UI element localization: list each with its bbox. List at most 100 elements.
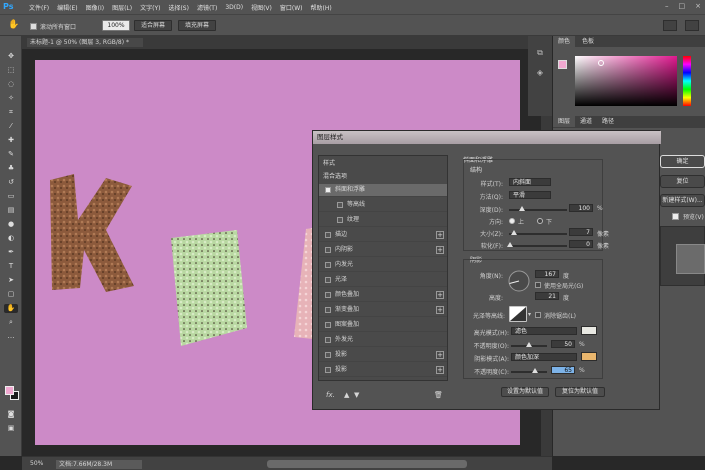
color-panel-foreground-swatch[interactable] — [558, 60, 567, 69]
menu-type[interactable]: 文字(Y) — [140, 3, 160, 12]
shadow-mode-select[interactable]: 颜色加深 — [511, 353, 577, 361]
style-item-checkbox[interactable] — [325, 232, 331, 238]
add-effect-icon[interactable]: + — [436, 246, 444, 254]
hand-tool-icon[interactable]: ✋ — [4, 304, 18, 313]
move-up-icon[interactable]: ▲ — [344, 391, 349, 399]
global-light-checkbox[interactable] — [535, 282, 541, 288]
styles-header[interactable]: 样式 — [323, 158, 335, 170]
reset-to-default-button[interactable]: 复位为默认值 — [555, 387, 605, 397]
hand-tool-icon[interactable]: ✋ — [8, 20, 19, 30]
altitude-input[interactable]: 21 — [535, 292, 559, 300]
reset-button[interactable]: 复位 — [660, 175, 705, 188]
marquee-tool-icon[interactable]: ⬚ — [4, 66, 18, 75]
style-item-checkbox[interactable] — [325, 322, 331, 328]
fx-icon[interactable]: fx. — [326, 391, 335, 399]
size-slider-thumb[interactable] — [511, 230, 517, 235]
style-item[interactable]: 斜面和浮雕 — [319, 184, 447, 197]
shadow-opacity-thumb[interactable] — [532, 368, 538, 373]
tab-color[interactable]: 颜色 — [553, 36, 576, 47]
hue-slider[interactable] — [683, 56, 691, 106]
color-picker-cursor[interactable] — [598, 60, 604, 66]
style-item[interactable]: 纹理 — [319, 214, 447, 227]
add-effect-icon[interactable]: + — [436, 351, 444, 359]
scroll-all-windows-checkbox[interactable] — [30, 23, 37, 30]
style-item-checkbox[interactable] — [325, 277, 331, 283]
preview-checkbox[interactable] — [672, 213, 679, 220]
more-tools-icon[interactable]: … — [4, 332, 18, 341]
search-icon[interactable] — [663, 20, 677, 31]
highlight-mode-select[interactable]: 滤色 — [511, 327, 577, 335]
canvas-horizontal-scrollbar[interactable] — [267, 460, 467, 468]
minimize-icon[interactable]: – — [665, 2, 669, 10]
menu-layer[interactable]: 图层(L) — [112, 3, 132, 12]
healing-brush-icon[interactable]: ✚ — [4, 136, 18, 145]
close-icon[interactable]: × — [695, 2, 701, 10]
highlight-opacity-thumb[interactable] — [526, 342, 532, 347]
style-item-checkbox[interactable] — [325, 352, 331, 358]
style-item-checkbox[interactable] — [325, 262, 331, 268]
style-item[interactable]: 等高线 — [319, 199, 447, 212]
technique-select[interactable]: 平滑 — [509, 191, 551, 199]
history-panel-icon[interactable]: ⧉ — [535, 48, 545, 58]
style-item-checkbox[interactable] — [325, 337, 331, 343]
style-item-checkbox[interactable] — [337, 202, 343, 208]
depth-slider-thumb[interactable] — [519, 206, 525, 211]
properties-panel-icon[interactable]: ◈ — [535, 68, 545, 78]
ok-button[interactable]: 确定 — [660, 155, 705, 168]
clone-stamp-icon[interactable]: ♣ — [4, 164, 18, 173]
style-item-checkbox[interactable] — [325, 187, 331, 193]
highlight-opacity-input[interactable]: 50 — [551, 340, 575, 348]
history-brush-icon[interactable]: ↺ — [4, 178, 18, 187]
blur-tool-icon[interactable]: ● — [4, 220, 18, 229]
menu-edit[interactable]: 编辑(E) — [57, 3, 77, 12]
style-item-checkbox[interactable] — [325, 307, 331, 313]
fill-screen-button[interactable]: 填充屏幕 — [178, 20, 216, 31]
style-item-checkbox[interactable] — [337, 217, 343, 223]
lasso-tool-icon[interactable]: ◌ — [4, 80, 18, 89]
add-effect-icon[interactable]: + — [436, 306, 444, 314]
soften-slider[interactable] — [507, 242, 567, 247]
gloss-contour-picker[interactable] — [509, 306, 527, 322]
direction-down-radio[interactable] — [537, 218, 543, 224]
make-default-button[interactable]: 设置为默认值 — [501, 387, 549, 397]
menu-3d[interactable]: 3D(D) — [225, 4, 243, 11]
eyedropper-icon[interactable]: ⁄ — [4, 122, 18, 131]
direction-up-radio[interactable] — [509, 218, 515, 224]
menu-file[interactable]: 文件(F) — [29, 3, 49, 12]
style-item-checkbox[interactable] — [325, 292, 331, 298]
workspace-switcher[interactable] — [685, 20, 699, 31]
shape-tool-icon[interactable]: ▢ — [4, 290, 18, 299]
style-item[interactable]: 渐变叠加 + — [319, 304, 447, 317]
fit-screen-button[interactable]: 适合屏幕 — [134, 20, 172, 31]
menu-image[interactable]: 图像(I) — [86, 3, 104, 12]
depth-slider[interactable] — [509, 206, 567, 211]
tab-paths[interactable]: 路径 — [597, 116, 619, 127]
depth-input[interactable]: 100 — [569, 204, 593, 212]
add-effect-icon[interactable]: + — [436, 366, 444, 374]
new-style-button[interactable]: 新建样式(W)... — [660, 194, 705, 207]
tab-channels[interactable]: 通道 — [575, 116, 597, 127]
screen-mode-icon[interactable]: ▣ — [4, 424, 18, 433]
soften-input[interactable]: 0 — [569, 240, 593, 248]
menu-filter[interactable]: 滤镜(T) — [197, 3, 217, 12]
pen-tool-icon[interactable]: ✒ — [4, 248, 18, 257]
tab-swatches[interactable]: 色板 — [577, 36, 599, 47]
style-item[interactable]: 光泽 — [319, 274, 447, 287]
trash-icon[interactable]: 🗑 — [434, 391, 443, 399]
anti-alias-checkbox[interactable] — [535, 312, 541, 318]
zoom-tool-icon[interactable]: ⌕ — [4, 318, 18, 327]
bevel-style-select[interactable]: 内斜面 — [509, 178, 551, 186]
angle-dial[interactable] — [507, 269, 531, 293]
soften-slider-thumb[interactable] — [507, 242, 513, 247]
magic-wand-icon[interactable]: ✧ — [4, 94, 18, 103]
style-item[interactable]: 内发光 — [319, 259, 447, 272]
move-tool-icon[interactable]: ✥ — [4, 52, 18, 61]
style-item-checkbox[interactable] — [325, 247, 331, 253]
shadow-color-swatch[interactable] — [581, 352, 597, 361]
add-effect-icon[interactable]: + — [436, 231, 444, 239]
dodge-tool-icon[interactable]: ◐ — [4, 234, 18, 243]
style-item[interactable]: 外发光 — [319, 334, 447, 347]
path-select-icon[interactable]: ➤ — [4, 276, 18, 285]
move-down-icon[interactable]: ▼ — [354, 391, 359, 399]
shadow-opacity-input[interactable]: 65 — [551, 366, 575, 374]
